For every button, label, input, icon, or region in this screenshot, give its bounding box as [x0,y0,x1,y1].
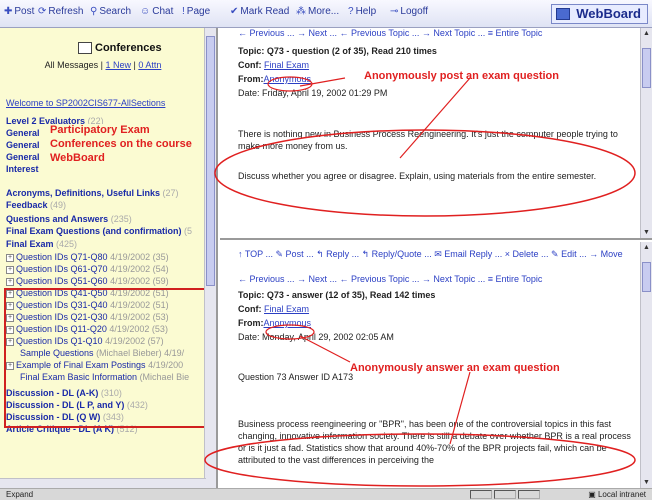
new-messages-link[interactable]: 1 New [105,60,131,70]
all-messages-link[interactable]: All Messages [45,60,99,70]
message-action-links[interactable]: ↑ TOP ... ✎ Post ... ↰ Reply ... ↰ Reply… [238,248,638,260]
sidebar-scrollbar[interactable] [204,28,216,488]
more-icon: ⁂ [296,6,306,17]
scroll-up-icon[interactable]: ▲ [642,243,651,252]
sidebar-scroll-thumb[interactable] [206,36,215,286]
webboard-logo: WebBoard [551,4,648,24]
page-icon: ! [182,6,185,17]
expand-icon[interactable]: + [6,253,14,262]
toolbar: ✚ Post ⟳ Refresh ⚲ Search ☺ Chat ! Page ✔ Mark… [0,0,652,28]
welcome-link[interactable]: Welcome to SP2002CIS677-AllSections [6,98,165,108]
annotation-post-question: Anonymously post an exam question [364,70,559,82]
webboard-logo-icon [556,8,571,20]
conf-link[interactable]: Final Exam [264,60,309,70]
from-link-2[interactable]: Anonymous [264,318,312,328]
logoff-icon: ⊸ [390,6,399,17]
message-body-answer: Business process reengineering or "BPR",… [238,419,631,465]
expand-icon[interactable]: + [6,265,14,274]
conference-general-3[interactable]: General [6,152,40,162]
mark-read-icon: ✔ [230,6,239,17]
annotation-conferences-line3: WebBoard [50,152,105,164]
message-answer: ↑ TOP ... ✎ Post ... ↰ Reply ... ↰ Reply… [220,242,640,488]
more-button[interactable]: ⁂ More... [296,6,339,17]
conference-acronyms[interactable]: Acronyms, Definitions, Useful Links (27) [6,188,179,198]
message-nav-links[interactable]: ← Previous ... → Next ... ← Previous Top… [238,28,542,38]
conference-final-exam[interactable]: Final Exam (425) [6,239,77,249]
status-cell [494,490,516,499]
conf-link-2[interactable]: Final Exam [264,304,309,314]
scroll-thumb-bottom[interactable] [642,262,651,292]
scroll-up-icon[interactable]: ▲ [642,29,651,38]
message-date-2: Date: Monday, April 29, 2002 02:05 AM [238,332,394,342]
message-conf: Conf: Final Exam [238,60,310,70]
page-button[interactable]: ! Page [182,6,210,17]
message-pane: ← Previous ... → Next ... ← Previous Top… [220,28,652,488]
message-scrollbar-top[interactable]: ▲ ▼ [640,28,652,238]
message-body-1: There is nothing new in Business Process… [238,129,618,151]
from-link[interactable]: Anonymous [264,74,312,84]
conferences-header: Conferences [78,42,162,55]
chat-button[interactable]: ☺ Chat [140,6,173,17]
status-cell [518,490,540,499]
help-icon: ? [348,6,354,17]
message-date: Date: Friday, April 19, 2002 01:29 PM [238,88,388,98]
conferences-sidebar: Conferences All Messages | 1 New | 0 Att… [0,28,218,488]
annotation-answer-question: Anonymously answer an exam question [350,362,560,374]
message-question: ← Previous ... → Next ... ← Previous Top… [220,28,640,238]
status-text: Expand [6,490,34,499]
security-zone: ▣ Local intranet [588,490,646,499]
search-button[interactable]: ⚲ Search [90,6,131,17]
conference-feedback[interactable]: Feedback (49) [6,200,66,210]
search-icon: ⚲ [90,6,98,17]
conference-final-exam-questions[interactable]: Final Exam Questions (and confirmation) … [6,226,192,236]
post-button[interactable]: ✚ Post [4,6,34,17]
message-body-2: Discuss whether you agree or disagree. E… [238,171,597,181]
intranet-icon: ▣ [588,490,598,499]
pane-divider[interactable] [220,238,652,240]
conference-general-2[interactable]: General [6,140,40,150]
attn-messages-link[interactable]: 0 Attn [138,60,161,70]
post-icon: ✚ [4,6,13,17]
conference-general-1[interactable]: General [6,128,40,138]
annotation-conferences-line1: Participatory Exam [50,124,150,136]
final-exam-highlight-box [4,288,208,428]
all-messages-line: All Messages | 1 New | 0 Attn [44,60,162,70]
mark-read-button[interactable]: ✔ Mark Read [230,6,289,17]
help-button[interactable]: ? Help [348,6,376,17]
chat-icon: ☺ [140,6,151,17]
message-conf-2: Conf: Final Exam [238,304,310,314]
scroll-down-icon[interactable]: ▼ [642,478,651,487]
conference-questions-answers[interactable]: Questions and Answers (235) [6,214,132,224]
scroll-thumb-top[interactable] [642,48,651,88]
conference-interest[interactable]: Interest [6,164,39,174]
message-from-2: From:Anonymous [238,318,312,328]
refresh-icon: ⟳ [38,6,47,17]
topic-q71-q80[interactable]: + Question IDs Q71-Q80 4/19/2002 (35) [6,252,169,262]
message-nav-links-2[interactable]: ← Previous ... → Next ... ← Previous Top… [238,274,542,284]
annotation-conferences-line2: Conferences on the course [50,138,192,150]
topic-q61-q70[interactable]: + Question IDs Q61-Q70 4/19/2002 (54) [6,264,169,274]
conferences-icon [78,42,92,55]
message-from: From:Anonymous [238,74,312,84]
topic-q51-q60[interactable]: + Question IDs Q51-Q60 4/19/2002 (59) [6,276,169,286]
message-scrollbar-bottom[interactable]: ▲ ▼ [640,242,652,488]
status-cell [470,490,492,499]
sidebar-hscrollbar[interactable] [0,478,206,488]
answer-id: Question 73 Answer ID A173 [238,372,354,382]
refresh-button[interactable]: ⟳ Refresh [38,6,83,17]
webboard-window: ✚ Post ⟳ Refresh ⚲ Search ☺ Chat ! Page ✔ Mark… [0,0,652,500]
expand-icon[interactable]: + [6,277,14,286]
scroll-down-icon[interactable]: ▼ [642,228,651,237]
logoff-button[interactable]: ⊸ Logoff [390,6,428,17]
status-bar: Expand ▣ Local intranet [0,488,652,500]
message-topic: Topic: Q73 - question (2 of 35), Read 21… [238,46,437,56]
message-topic-2: Topic: Q73 - answer (12 of 35), Read 142… [238,290,436,300]
